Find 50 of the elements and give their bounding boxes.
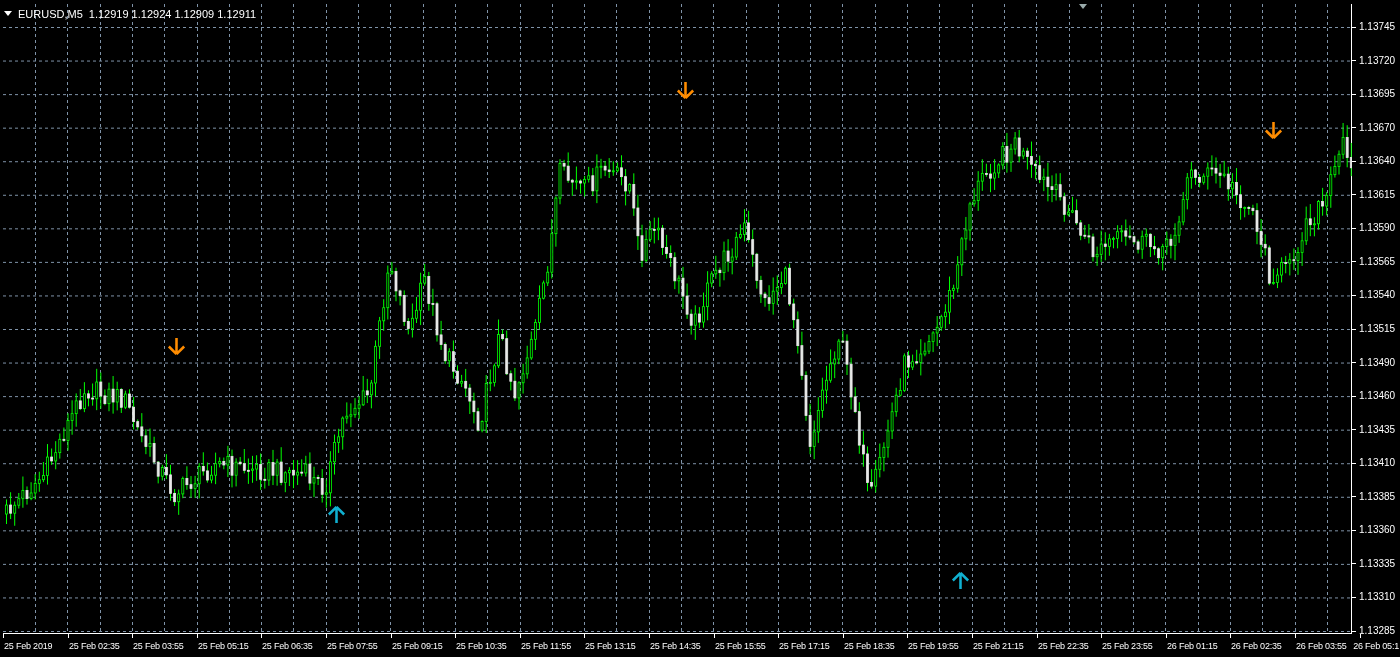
price-label: 1.13335 — [1359, 557, 1396, 570]
time-label: 26 Feb 01:15 — [1167, 640, 1218, 652]
price-label: 1.13435 — [1359, 423, 1396, 436]
price-label: 1.13695 — [1359, 88, 1396, 101]
time-label: 25 Feb 05:15 — [198, 640, 249, 652]
price-label: 1.13720 — [1359, 54, 1396, 67]
time-label: 25 Feb 22:35 — [1038, 640, 1089, 652]
price-label: 1.13745 — [1359, 21, 1396, 33]
time-label: 25 Feb 17:15 — [779, 640, 830, 652]
down-arrow-icon — [1264, 120, 1283, 140]
up-arrow-icon — [951, 571, 970, 591]
price-label: 1.13385 — [1359, 490, 1396, 503]
down-arrow-icon — [167, 336, 186, 356]
dropdown-triangle-icon[interactable] — [4, 11, 12, 18]
price-label: 1.13285 — [1359, 625, 1396, 637]
time-label: 25 Feb 15:55 — [715, 640, 766, 652]
price-label: 1.13615 — [1359, 188, 1396, 201]
shift-marker-icon[interactable] — [1079, 4, 1087, 10]
price-label: 1.13410 — [1359, 457, 1396, 470]
price-label: 1.13460 — [1359, 390, 1396, 403]
time-label: 25 Feb 18:35 — [844, 640, 895, 652]
price-label: 1.13640 — [1359, 155, 1396, 168]
chart-symbol: EURUSD,M5 — [18, 7, 83, 22]
time-label: 25 Feb 10:35 — [456, 640, 507, 652]
chart-quotes: 1.12919 1.12924 1.12909 1.12911 — [88, 7, 257, 22]
time-label: 25 Feb 09:15 — [392, 640, 443, 652]
price-label: 1.13670 — [1359, 121, 1396, 134]
time-label: 25 Feb 07:55 — [327, 640, 378, 652]
down-arrow-icon — [676, 80, 695, 100]
time-label: 25 Feb 21:15 — [973, 640, 1024, 652]
time-label: 25 Feb 23:55 — [1102, 640, 1153, 652]
price-label: 1.13360 — [1359, 524, 1396, 537]
price-label: 1.13515 — [1359, 323, 1396, 335]
up-arrow-icon — [327, 505, 346, 525]
price-label: 1.13540 — [1359, 289, 1396, 302]
time-label: 25 Feb 14:35 — [650, 640, 701, 652]
price-label: 1.13590 — [1359, 222, 1396, 235]
time-label: 25 Feb 06:35 — [262, 640, 313, 652]
time-label: 25 Feb 13:15 — [585, 640, 636, 652]
time-label: 25 Feb 19:55 — [908, 640, 959, 652]
time-label: 26 Feb 03:55 — [1296, 640, 1347, 652]
time-label: 26 Feb 02:35 — [1231, 640, 1282, 652]
time-label: 26 Feb 05:1 — [1353, 640, 1399, 652]
time-label: 25 Feb 2019 — [4, 640, 53, 652]
time-label: 25 Feb 03:55 — [133, 640, 184, 652]
price-label: 1.13310 — [1359, 591, 1396, 604]
price-label: 1.13565 — [1359, 255, 1396, 268]
time-label: 25 Feb 11:55 — [521, 640, 571, 652]
price-label: 1.13490 — [1359, 356, 1396, 369]
time-label: 25 Feb 02:35 — [69, 640, 120, 652]
